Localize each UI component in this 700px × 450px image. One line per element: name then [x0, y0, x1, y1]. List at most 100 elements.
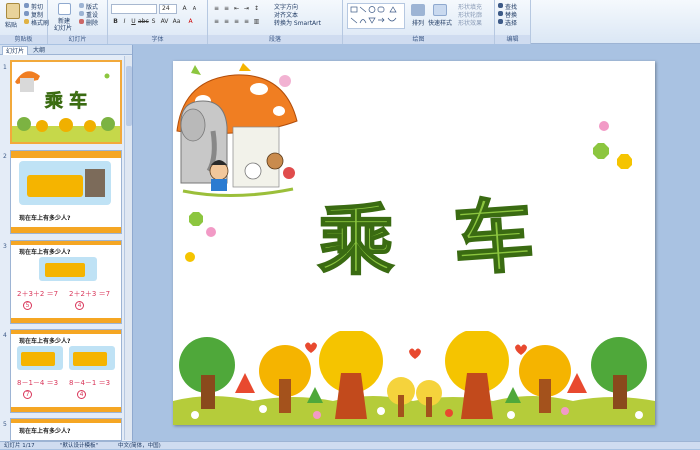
- thumb-3-equation-2: 2＋2＋3 ＝7: [69, 290, 111, 298]
- thumb-3-bus: [45, 263, 85, 277]
- thumb-1-title: 乘 车: [44, 90, 87, 112]
- thumb-4-equation-2: 8－4－1 ＝3: [69, 379, 111, 387]
- slide-thumbnail-4[interactable]: 现在车上有多少人? 8－1－4 ＝3 8－4－1 ＝3 7 4: [10, 329, 122, 413]
- forest-border-illustration: [173, 331, 655, 425]
- thumb-2-caption: 现在车上有多少人?: [19, 215, 71, 222]
- arrange-button[interactable]: 排列: [412, 18, 424, 27]
- panel-scrollbar-thumb[interactable]: [126, 66, 132, 126]
- tab-slides[interactable]: 幻灯片: [2, 46, 29, 55]
- thumb-2-footer: [11, 227, 121, 233]
- underline-icon[interactable]: U: [129, 18, 138, 26]
- increase-indent-icon[interactable]: ⇥: [242, 5, 251, 13]
- slide-number-4: 4: [3, 332, 7, 339]
- quick-styles-icon[interactable]: [433, 4, 447, 16]
- italic-icon[interactable]: I: [120, 18, 129, 26]
- format-painter-button[interactable]: 格式刷: [31, 18, 49, 27]
- slide-title-char-1[interactable]: 乘: [317, 179, 395, 289]
- align-right-icon[interactable]: ≡: [232, 18, 241, 26]
- slide-thumbnail-2[interactable]: 现在车上有多少人?: [10, 150, 122, 234]
- new-slide-label[interactable]: 幻灯片: [54, 23, 72, 32]
- thumb-4-footer: [11, 407, 121, 412]
- cut-icon[interactable]: [24, 3, 29, 8]
- slide-title-char-2[interactable]: 车: [449, 170, 537, 291]
- shape-effects-button[interactable]: 形状效果: [458, 18, 482, 27]
- thumb-4-bus-1: [21, 352, 55, 366]
- drawing-group: 排列 快速样式 形状填充 形状轮廓 形状效果 绘图: [343, 0, 495, 44]
- thumb-5-caption: 现在车上有多少人?: [19, 428, 71, 435]
- slides-group-label: 幻灯片: [48, 35, 107, 44]
- slide-number-3: 3: [3, 243, 7, 250]
- main-slide[interactable]: 乘 车: [173, 61, 655, 425]
- delete-button[interactable]: 删除: [86, 18, 98, 27]
- thumb-4-bus-2: [73, 352, 107, 366]
- shapes-gallery-icons: [350, 6, 397, 24]
- align-center-icon[interactable]: ≡: [222, 18, 231, 26]
- thumb-2-header: [11, 151, 121, 158]
- thumb-1-art: 乘 车: [12, 71, 120, 142]
- font-color-icon[interactable]: A: [186, 18, 195, 26]
- paragraph-group-label: 段落: [208, 35, 342, 44]
- arrange-icon[interactable]: [411, 4, 425, 16]
- panel-scrollbar[interactable]: [124, 56, 132, 440]
- font-size-select[interactable]: 24: [159, 4, 177, 14]
- slide-thumbnail-3[interactable]: 现在车上有多少人? 2＋3＋2 ＝7 2＋2＋3 ＝7 5 4: [10, 240, 122, 324]
- thumb-3-scene: [39, 257, 97, 281]
- reset-icon: [79, 11, 84, 16]
- replace-icon: [498, 11, 503, 16]
- thumb-3-circle-2: 4: [75, 301, 84, 310]
- editing-group: 查找 替换 选择 编辑: [495, 0, 531, 44]
- thumb-4-scene-1: [17, 346, 63, 370]
- shapes-gallery[interactable]: [347, 3, 405, 29]
- tab-outline[interactable]: 大纲: [30, 46, 48, 55]
- thumb-3-circle-1: 5: [23, 301, 32, 310]
- clipboard-group: 粘贴 剪切 复制 格式刷 剪贴板: [0, 0, 49, 44]
- bullets-icon[interactable]: ≡: [212, 5, 221, 13]
- shrink-font-icon[interactable]: A: [190, 5, 199, 13]
- font-group: 24 A A B I U abc S AV Aa A 字体: [108, 0, 208, 44]
- columns-icon[interactable]: ▥: [252, 18, 261, 26]
- line-spacing-icon[interactable]: ↕: [252, 5, 261, 13]
- thumb-4-equation-1: 8－1－4 ＝3: [17, 379, 59, 387]
- thumb-4-circle-1: 7: [23, 390, 32, 399]
- select-button[interactable]: 选择: [505, 18, 517, 27]
- copy-icon[interactable]: [24, 11, 29, 16]
- format-painter-icon[interactable]: [24, 19, 29, 24]
- character-spacing-icon[interactable]: AV: [160, 18, 169, 26]
- select-icon: [498, 19, 503, 24]
- new-slide-icon[interactable]: [58, 3, 71, 15]
- justify-icon[interactable]: ≡: [242, 18, 251, 26]
- drawing-group-label: 绘图: [343, 35, 494, 44]
- align-left-icon[interactable]: ≡: [212, 18, 221, 26]
- change-case-icon[interactable]: Aa: [172, 18, 181, 26]
- convert-smartart-button[interactable]: 转换为 SmartArt: [274, 18, 321, 27]
- paste-icon[interactable]: [6, 3, 20, 19]
- slide-thumbnail-5[interactable]: 现在车上有多少人?: [10, 418, 122, 441]
- editing-group-label: 编辑: [495, 35, 530, 44]
- thumb-4-scene-2: [69, 346, 115, 370]
- thumb-4-caption: 现在车上有多少人?: [19, 338, 71, 345]
- thumb-4-header: [11, 330, 121, 334]
- thumb-2-scene: [19, 161, 111, 205]
- paragraph-group: ≡ ≡ ⇤ ⇥ ↕ ≡ ≡ ≡ ≡ ▥ 文字方向 对齐文本 转换为 SmartA…: [208, 0, 343, 44]
- slide-thumbnail-1[interactable]: 乘 车: [10, 60, 122, 144]
- thumb-3-caption: 现在车上有多少人?: [19, 249, 71, 256]
- thumb-2-bus: [27, 175, 83, 197]
- delete-icon: [79, 19, 84, 24]
- bold-icon[interactable]: B: [111, 18, 120, 26]
- numbering-icon[interactable]: ≡: [222, 5, 231, 13]
- paste-button[interactable]: 粘贴: [5, 20, 17, 29]
- font-name-select[interactable]: [111, 4, 157, 14]
- clipboard-group-label: 剪贴板: [0, 35, 47, 44]
- quick-styles-button[interactable]: 快速样式: [428, 18, 452, 27]
- decrease-indent-icon[interactable]: ⇤: [232, 5, 241, 13]
- font-group-label: 字体: [108, 35, 207, 44]
- thumb-5-header: [11, 419, 121, 423]
- grow-font-icon[interactable]: A: [180, 5, 189, 13]
- shadow-icon[interactable]: S: [149, 18, 158, 26]
- thumb-2-bus-stop: [85, 169, 105, 197]
- strikethrough-icon[interactable]: abc: [138, 18, 149, 26]
- thumb-3-footer: [11, 318, 121, 323]
- slide-number-5: 5: [3, 421, 7, 428]
- slide-number-1: 1: [3, 64, 7, 71]
- panel-tabs: 幻灯片 大纲: [0, 45, 132, 55]
